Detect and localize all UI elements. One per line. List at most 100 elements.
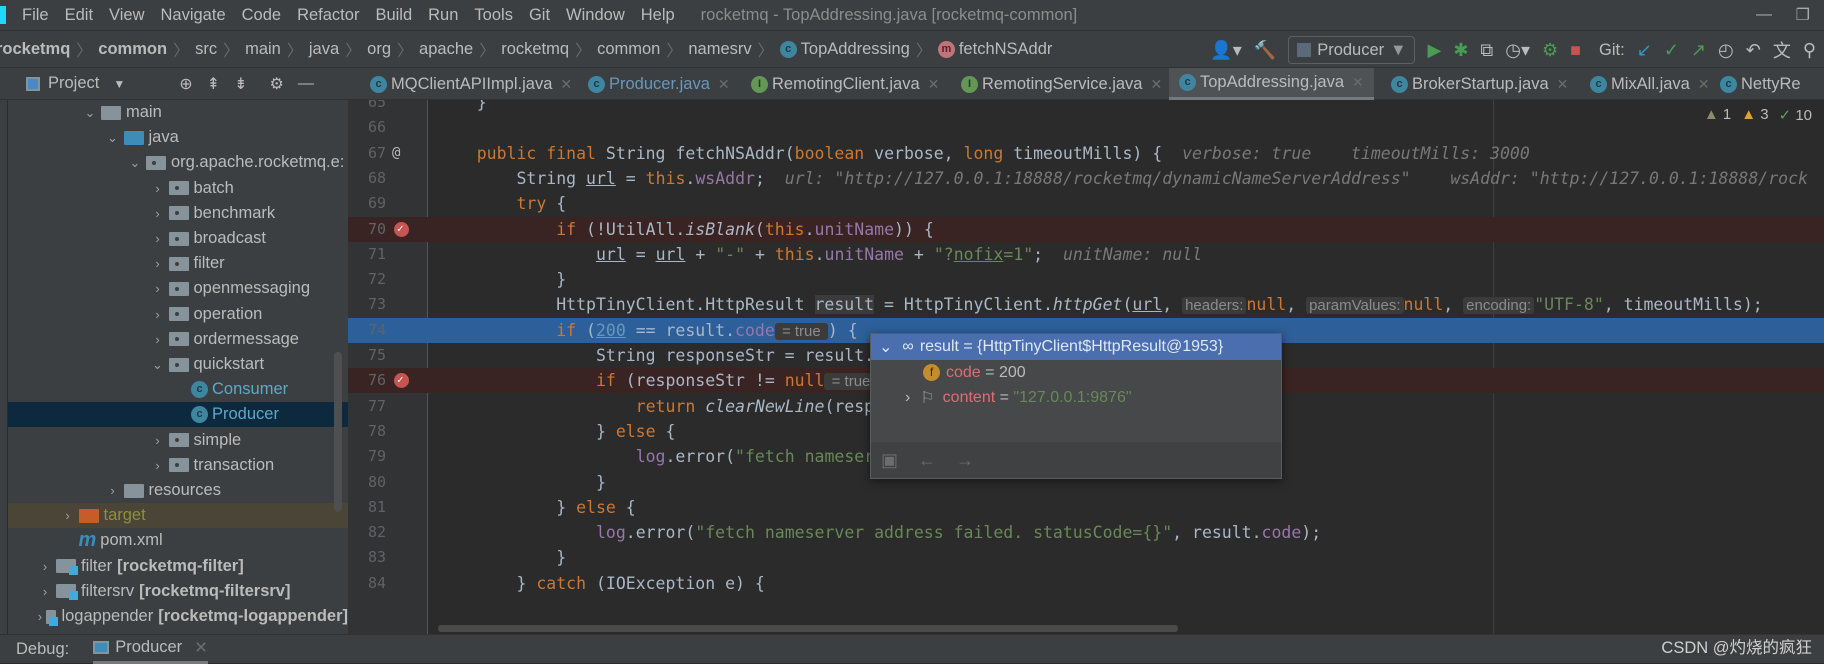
tree-item-ordermessage[interactable]: › ordermessage — [8, 327, 348, 352]
chevron-right-icon[interactable]: › — [147, 433, 169, 448]
chevron-right-icon[interactable]: › — [147, 332, 169, 347]
tree-item-transaction[interactable]: › transaction — [8, 453, 348, 478]
breadcrumb-item[interactable]: main — [245, 40, 281, 59]
chevron-right-icon[interactable]: › — [34, 584, 56, 599]
code-line-71[interactable]: 71 url = url + "-" + this.unitName + "?n… — [348, 242, 1824, 267]
tree-item-main[interactable]: ⌄ main — [8, 100, 348, 125]
chevron-right-icon[interactable]: › — [147, 181, 169, 196]
git-push-icon[interactable]: ↗ — [1691, 40, 1706, 61]
tree-item-operation[interactable]: › operation — [8, 302, 348, 327]
search-icon[interactable]: ⚲ — [1803, 40, 1816, 61]
locate-icon[interactable]: ⊕ — [179, 74, 192, 94]
tree-item-broadcast[interactable]: › broadcast — [8, 226, 348, 251]
tree-item-quickstart[interactable]: ⌄ quickstart — [8, 352, 348, 377]
breakpoint-icon[interactable] — [394, 216, 409, 241]
popup-field-code[interactable]: f code = 200 — [871, 360, 1281, 385]
menu-git[interactable]: Git — [521, 6, 558, 25]
build-hammer-icon[interactable]: 🔨 — [1254, 40, 1276, 61]
breadcrumb-item[interactable]: org — [367, 40, 391, 59]
tab-remotingclient-java[interactable]: I RemotingClient.java ✕ — [741, 68, 949, 100]
close-icon[interactable]: ✕ — [194, 638, 208, 658]
debug-session-tab[interactable]: Producer ✕ — [93, 635, 208, 664]
chevron-right-icon[interactable]: › — [147, 307, 169, 322]
history-icon[interactable]: ◴ — [1718, 40, 1734, 61]
project-view-select[interactable]: Project — [48, 74, 99, 93]
menu-window[interactable]: Window — [558, 6, 633, 25]
tab-remotingservice-java[interactable]: I RemotingService.java ✕ — [951, 68, 1172, 100]
menu-file[interactable]: File — [14, 6, 57, 25]
tree-item-org-apache-rocketmq-e-[interactable]: ⌄ org.apache.rocketmq.e: — [8, 150, 348, 175]
close-icon[interactable]: ✕ — [560, 76, 572, 93]
close-icon[interactable]: ✕ — [1557, 76, 1569, 93]
breadcrumb-item[interactable]: rocketmq — [0, 40, 70, 59]
evaluate-icon[interactable]: ▣ — [881, 450, 898, 471]
tree-item-filter[interactable]: › filter — [8, 251, 348, 276]
tree-item-logappender[interactable]: › logappender [rocketmq-logappender] — [8, 604, 348, 629]
code-line-70[interactable]: 70 if (!UtilAll.isBlank(this.unitName)) … — [348, 216, 1824, 242]
forward-arrow-icon[interactable]: → — [956, 450, 974, 471]
tab-topaddressing-java[interactable]: c TopAddressing.java ✕ — [1169, 68, 1374, 100]
chevron-right-icon[interactable]: › — [147, 231, 169, 246]
chevron-down-icon[interactable]: ⌄ — [124, 155, 146, 171]
chevron-right-icon[interactable]: › — [34, 559, 56, 574]
coverage-icon[interactable]: ⧉ — [1480, 40, 1493, 61]
code-line-73[interactable]: 73 HttpTinyClient.HttpResult result = Ht… — [348, 292, 1824, 317]
stop-icon[interactable]: ■ — [1570, 40, 1581, 61]
breadcrumb-item[interactable]: c TopAddressing — [779, 40, 910, 59]
breadcrumb-item[interactable]: common — [98, 40, 167, 59]
restore-button[interactable]: ❐ — [1796, 5, 1810, 25]
tree-item-filter[interactable]: › filter [rocketmq-filter] — [8, 554, 348, 579]
run-icon[interactable]: ▶ — [1427, 40, 1441, 61]
tree-item-pom-xml[interactable]: m pom.xml — [8, 528, 348, 553]
git-update-icon[interactable]: ↙ — [1637, 40, 1652, 61]
close-icon[interactable]: ✕ — [928, 76, 940, 93]
tab-mqclientapiimpl-java[interactable]: c MQClientAPIImpl.java ✕ — [360, 68, 582, 100]
popup-field-content[interactable]: › ⚐ content = "127.0.0.1:9876" — [871, 385, 1281, 410]
debug-icon[interactable]: ✱ — [1453, 40, 1468, 61]
gear-icon[interactable]: ⚙ — [269, 74, 283, 94]
tab-nettyre[interactable]: c NettyRe — [1710, 68, 1811, 100]
tree-item-openmessaging[interactable]: › openmessaging — [8, 276, 348, 301]
chevron-down-icon[interactable]: ⌄ — [79, 105, 101, 121]
code-line-72[interactable]: 72 } — [348, 267, 1824, 292]
tree-item-batch[interactable]: › batch — [8, 176, 348, 201]
menu-help[interactable]: Help — [633, 6, 683, 25]
chevron-right-icon[interactable]: › — [147, 256, 169, 271]
tab-producer-java[interactable]: c Producer.java ✕ — [578, 68, 740, 100]
breakpoint-icon[interactable] — [394, 367, 409, 392]
close-icon[interactable]: ✕ — [718, 76, 730, 93]
rollback-icon[interactable]: ↶ — [1746, 40, 1761, 61]
breadcrumb-item[interactable]: src — [195, 40, 217, 59]
menu-run[interactable]: Run — [420, 6, 466, 25]
chevron-down-icon[interactable]: ⌄ — [879, 337, 892, 357]
code-line-81[interactable]: 81 } else { — [348, 495, 1824, 520]
code-line-68[interactable]: 68 String url = this.wsAddr; url: "http:… — [348, 166, 1824, 191]
breadcrumb-item[interactable]: m fetchNSAddr — [937, 40, 1052, 59]
menu-edit[interactable]: Edit — [57, 6, 101, 25]
close-icon[interactable]: ✕ — [1151, 76, 1163, 93]
chevron-right-icon[interactable]: › — [102, 483, 124, 498]
code-line-66[interactable]: 66 — [348, 115, 1824, 140]
tree-item-benchmark[interactable]: › benchmark — [8, 201, 348, 226]
horizontal-scrollbar[interactable] — [438, 625, 1178, 632]
chevron-right-icon[interactable]: › — [905, 389, 910, 407]
tab-mixall-java[interactable]: c MixAll.java ✕ — [1580, 68, 1720, 100]
breadcrumb-item[interactable]: java — [309, 40, 339, 59]
tree-item-simple[interactable]: › simple — [8, 428, 348, 453]
menu-code[interactable]: Code — [234, 6, 289, 25]
chevron-down-icon[interactable]: ⌄ — [102, 130, 124, 146]
profile-icon[interactable]: ◷▾ — [1505, 40, 1530, 61]
menu-refactor[interactable]: Refactor — [289, 6, 367, 25]
git-commit-icon[interactable]: ✓ — [1664, 40, 1679, 61]
close-icon[interactable]: ✕ — [1698, 76, 1710, 93]
minimize-button[interactable]: — — [1756, 6, 1772, 24]
hide-icon[interactable]: — — [298, 75, 314, 93]
chevron-right-icon[interactable]: › — [57, 508, 79, 523]
tree-item-target[interactable]: › target — [8, 503, 348, 529]
attach-debugger-icon[interactable]: ⚙ — [1542, 40, 1558, 61]
menu-view[interactable]: View — [101, 6, 152, 25]
expand-all-icon[interactable]: ⇞ — [207, 74, 220, 94]
popup-header[interactable]: ⌄ ∞ result = {HttpTinyClient$HttpResult@… — [871, 334, 1281, 360]
code-line-65[interactable]: 65 } — [348, 100, 1824, 115]
breadcrumb-item[interactable]: namesrv — [688, 40, 751, 59]
